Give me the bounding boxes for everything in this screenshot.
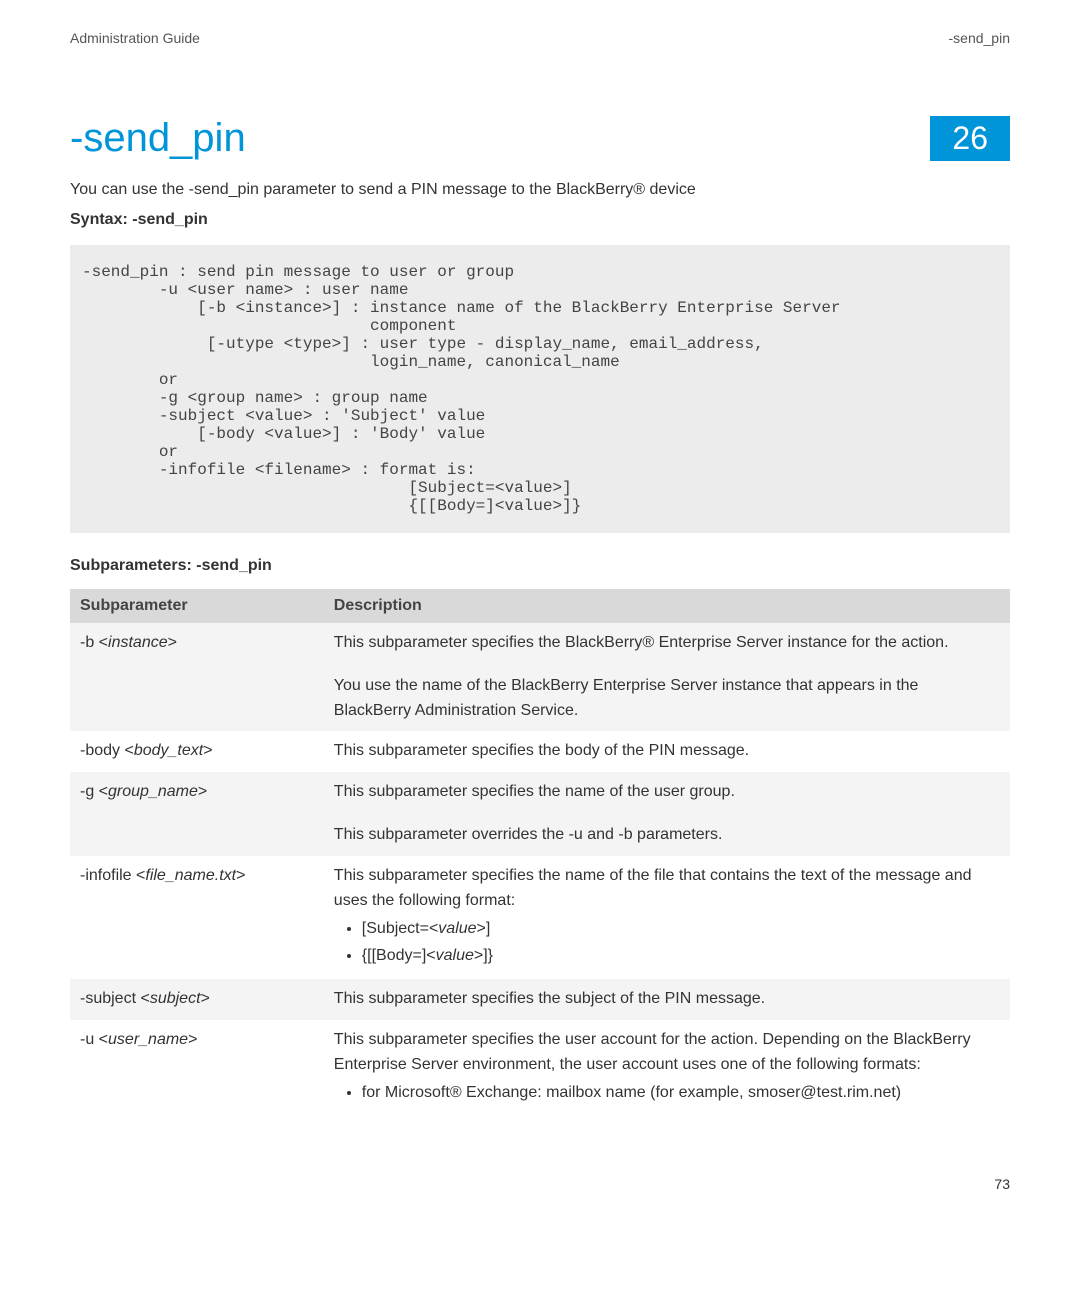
subparameters-label: Subparameters: -send_pin [70, 557, 1010, 575]
syntax-code-block: -send_pin : send pin message to user or … [70, 245, 1010, 533]
table-cell-description: This subparameter specifies the body of … [324, 731, 1010, 772]
intro-text: You can use the -send_pin parameter to s… [70, 181, 1010, 199]
table-row: -subject <subject>This subparameter spec… [70, 979, 1010, 1020]
header-left: Administration Guide [70, 30, 200, 46]
table-header-subparameter: Subparameter [70, 589, 324, 623]
table-header-description: Description [324, 589, 1010, 623]
table-row: -u <user_name>This subparameter specifie… [70, 1020, 1010, 1116]
table-cell-description: This subparameter specifies the name of … [324, 856, 1010, 979]
table-cell-param: -subject <subject> [70, 979, 324, 1020]
table-cell-param: -b <instance> [70, 623, 324, 731]
table-cell-param: -u <user_name> [70, 1020, 324, 1116]
table-cell-description: This subparameter specifies the user acc… [324, 1020, 1010, 1116]
table-cell-description: This subparameter specifies the BlackBer… [324, 623, 1010, 731]
page-number: 73 [70, 1176, 1010, 1192]
table-cell-param: -g <group_name> [70, 772, 324, 856]
header-right: -send_pin [949, 30, 1011, 46]
table-cell-description: This subparameter specifies the name of … [324, 772, 1010, 856]
table-row: -b <instance>This subparameter specifies… [70, 623, 1010, 731]
table-row: -g <group_name>This subparameter specifi… [70, 772, 1010, 856]
table-cell-param: -body <body_text> [70, 731, 324, 772]
table-cell-description: This subparameter specifies the subject … [324, 979, 1010, 1020]
chapter-badge: 26 [930, 116, 1010, 161]
subparameters-table: Subparameter Description -b <instance>Th… [70, 589, 1010, 1116]
page-title: -send_pin [70, 116, 246, 161]
table-row: -infofile <file_name.txt>This subparamet… [70, 856, 1010, 979]
table-row: -body <body_text>This subparameter speci… [70, 731, 1010, 772]
table-cell-param: -infofile <file_name.txt> [70, 856, 324, 979]
syntax-label: Syntax: -send_pin [70, 211, 1010, 229]
